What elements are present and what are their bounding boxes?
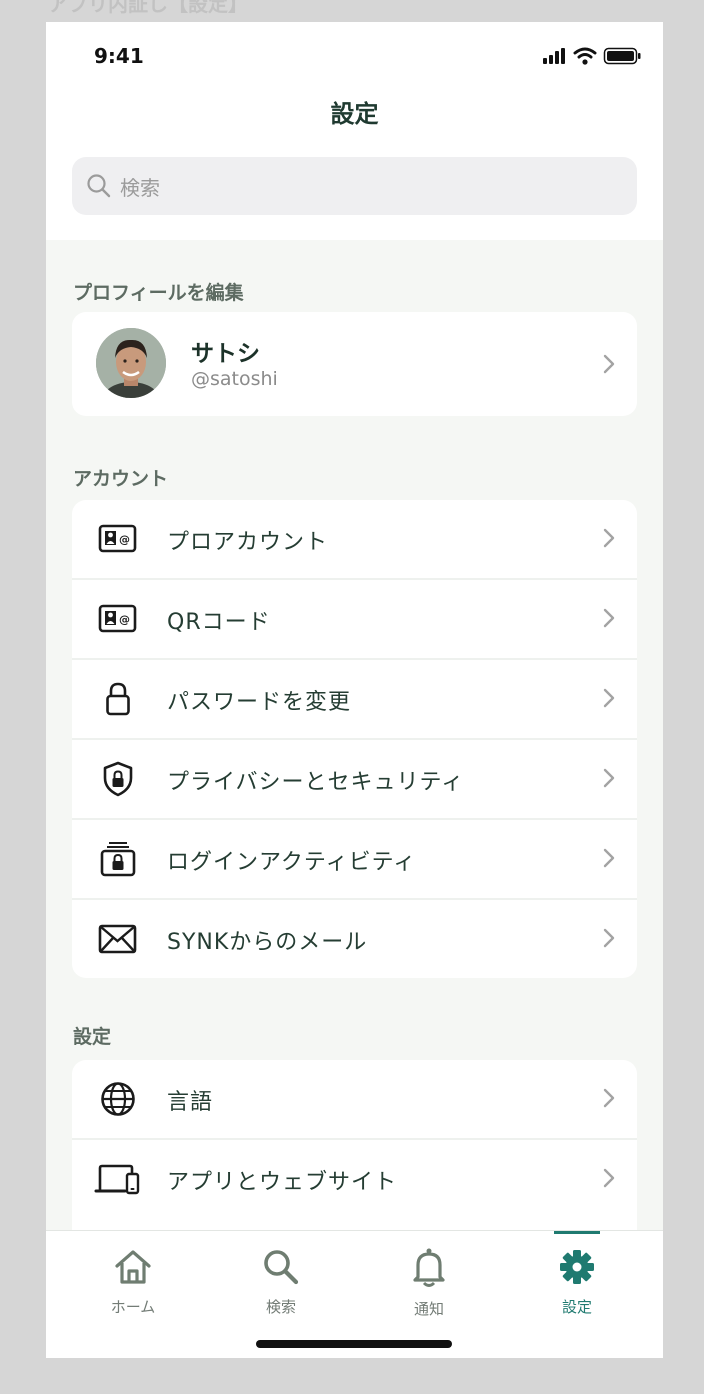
- svg-text:@: @: [119, 613, 130, 626]
- settings-item-label: 言語: [167, 1090, 214, 1115]
- tab-home[interactable]: ホーム: [56, 1231, 210, 1321]
- account-section-title: アカウント: [73, 468, 169, 490]
- contact-card-icon: @: [98, 521, 138, 557]
- lock-icon: [98, 681, 138, 717]
- tab-notifications[interactable]: 通知: [352, 1231, 506, 1321]
- search-icon: [86, 173, 112, 203]
- account-item-synk-mail[interactable]: SYNKからのメール: [72, 900, 637, 978]
- chevron-right-icon: [603, 688, 615, 712]
- account-card: @ プロアカウント @ QRコード パスワードを変更 プライバシーとセキュリティ…: [72, 500, 637, 978]
- chevron-right-icon: [603, 928, 615, 952]
- settings-item-language[interactable]: 言語: [72, 1060, 637, 1140]
- account-item-pro-account[interactable]: @ プロアカウント: [72, 500, 637, 580]
- chevron-right-icon: [603, 848, 615, 872]
- profile-name: サトシ: [191, 341, 260, 367]
- status-time: 9:41: [94, 44, 144, 68]
- chevron-right-icon: [603, 608, 615, 632]
- profile-card[interactable]: サトシ @satoshi: [72, 312, 637, 416]
- tab-label: 検索: [265, 1298, 296, 1316]
- account-item-qr-code[interactable]: @ QRコード: [72, 580, 637, 660]
- shield-lock-icon: [98, 761, 138, 797]
- contact-card-icon: @: [98, 601, 138, 637]
- search-icon: [261, 1247, 301, 1291]
- chevron-right-icon: [603, 768, 615, 792]
- page-title: 設定: [330, 100, 379, 128]
- battery-icon: [603, 47, 641, 65]
- account-item-label: パスワードを変更: [167, 690, 352, 715]
- settings-section-title: 設定: [73, 1026, 112, 1048]
- account-item-change-password[interactable]: パスワードを変更: [72, 660, 637, 740]
- chevron-right-icon: [603, 1088, 615, 1112]
- settings-item-apps-websites[interactable]: アプリとウェブサイト: [72, 1140, 637, 1218]
- globe-icon: [98, 1081, 138, 1117]
- chevron-right-icon: [603, 1168, 615, 1192]
- account-item-label: SYNKからのメール: [167, 930, 368, 955]
- status-icons: [543, 46, 643, 70]
- tab-search[interactable]: 検索: [204, 1231, 358, 1321]
- account-item-login-activity[interactable]: ログインアクティビティ: [72, 820, 637, 900]
- tab-label: ホーム: [110, 1298, 156, 1316]
- login-activity-icon: [98, 841, 138, 877]
- bell-icon: [409, 1247, 449, 1293]
- profile-handle: @satoshi: [191, 368, 278, 390]
- account-item-label: プロアカウント: [167, 530, 329, 555]
- search-input[interactable]: 検索: [120, 172, 160, 201]
- phone-screen: 9:41 設定 検索 プロフィールを編集 サトシ @satoshi アカウント …: [46, 22, 663, 1358]
- mail-icon: [98, 921, 138, 957]
- account-item-label: プライバシーとセキュリティ: [167, 770, 465, 795]
- account-item-label: ログインアクティビティ: [167, 850, 417, 875]
- background-caption: アプリ内証し【設定】: [48, 0, 248, 16]
- settings-item-label: アプリとウェブサイト: [167, 1170, 398, 1195]
- search-bar[interactable]: 検索: [72, 157, 637, 215]
- tab-settings[interactable]: 設定: [500, 1231, 654, 1321]
- account-item-privacy-security[interactable]: プライバシーとセキュリティ: [72, 740, 637, 820]
- gear-icon: [557, 1247, 597, 1291]
- tab-label: 通知: [413, 1300, 444, 1318]
- chevron-right-icon: [603, 528, 615, 552]
- profile-section-title: プロフィールを編集: [73, 282, 244, 304]
- cellular-signal-icon: [543, 48, 565, 64]
- chevron-right-icon: [603, 354, 615, 378]
- svg-text:@: @: [119, 533, 130, 546]
- devices-icon: [94, 1161, 142, 1197]
- top-area: 9:41 設定 検索: [46, 22, 663, 240]
- wifi-icon: [573, 47, 597, 65]
- home-indicator: [256, 1340, 452, 1348]
- account-item-label: QRコード: [167, 610, 271, 635]
- tab-label: 設定: [561, 1298, 592, 1316]
- home-icon: [113, 1247, 153, 1291]
- tab-bar: ホーム 検索 通知 設定: [46, 1230, 663, 1358]
- avatar: [96, 328, 166, 398]
